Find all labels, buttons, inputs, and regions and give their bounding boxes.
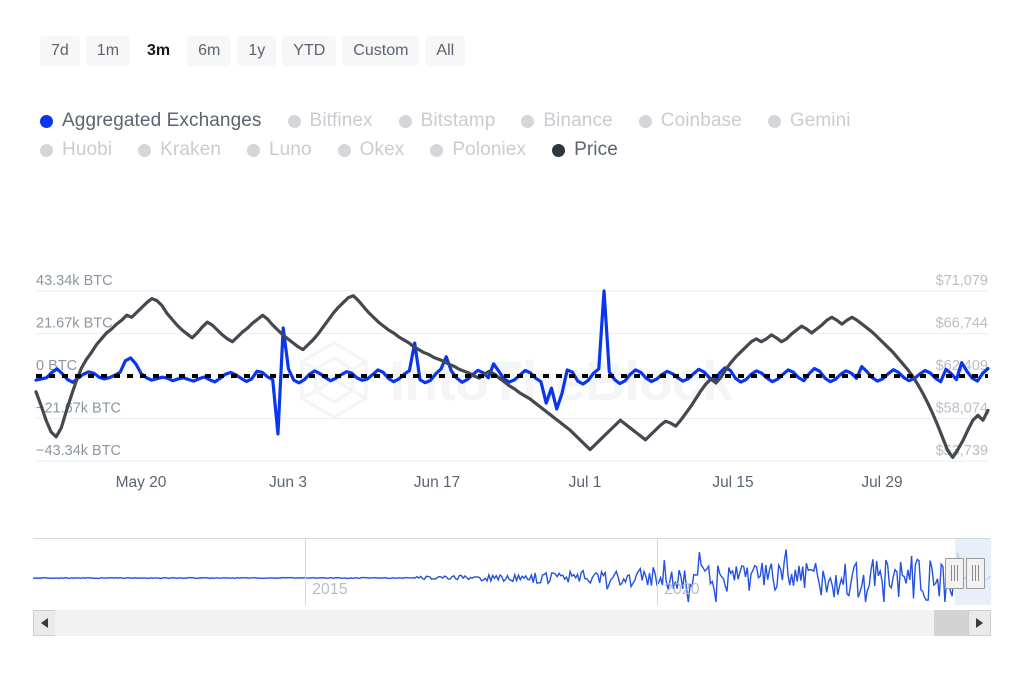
x-axis-tick: Jun 17 <box>414 474 461 491</box>
range-button-all[interactable]: All <box>425 36 466 67</box>
y-axis-right-tick: $58,074 <box>936 401 988 417</box>
legend-item-bitstamp[interactable]: Bitstamp <box>398 110 496 132</box>
navigator-year-divider <box>305 539 306 605</box>
range-button-7d[interactable]: 7d <box>40 36 80 67</box>
navigator-year-label: 2015 <box>312 581 348 598</box>
legend-item-kraken[interactable]: Kraken <box>138 139 221 161</box>
chevron-right-icon[interactable] <box>968 610 991 636</box>
legend-dot-icon <box>40 114 53 128</box>
legend-item-aggregated-exchanges[interactable]: Aggregated Exchanges <box>40 110 262 132</box>
legend-label: Gemini <box>789 110 851 131</box>
legend-dot-icon <box>246 143 260 157</box>
legend-dot-icon <box>521 114 535 128</box>
legend-label: Aggregated Exchanges <box>62 110 262 131</box>
legend-dot-icon <box>767 114 781 128</box>
y-axis-left-tick: 21.67k BTC <box>36 316 113 332</box>
legend-item-okex[interactable]: Okex <box>337 139 405 161</box>
chevron-left-icon[interactable] <box>33 610 56 636</box>
x-axis-tick: Jul 15 <box>712 474 753 491</box>
y-axis-left-tick: 0 BTC <box>36 358 77 374</box>
x-axis-labels: May 20 Jun 3 Jun 17 Jul 1 Jul 15 Jul 29 <box>116 474 903 491</box>
legend-item-binance[interactable]: Binance <box>521 110 613 132</box>
legend-item-luno[interactable]: Luno <box>246 139 312 161</box>
navigator-sparkline <box>33 549 991 603</box>
legend-dot-icon <box>337 143 351 157</box>
chevron-right-glyph <box>976 618 983 628</box>
x-axis-tick: Jul 1 <box>569 474 602 491</box>
range-button-ytd[interactable]: YTD <box>282 36 337 67</box>
range-selector[interactable]: 7d 1m 3m 6m 1y YTD Custom All <box>40 36 466 67</box>
legend-label: Binance <box>543 110 613 131</box>
y-axis-right-tick: $71,079 <box>936 273 988 289</box>
chart-plot-area[interactable]: 43.34k BTC 21.67k BTC 0 BTC −21.67k BTC −43.… <box>0 255 1024 505</box>
navigator-year-divider <box>657 539 658 605</box>
range-button-6m[interactable]: 6m <box>187 36 232 67</box>
navigator-handle-left[interactable] <box>944 558 964 589</box>
legend-label: Poloniex <box>452 139 527 160</box>
chart-svg: 43.34k BTC 21.67k BTC 0 BTC −21.67k BTC −43.… <box>34 273 990 491</box>
x-axis-tick: May 20 <box>116 474 167 491</box>
chart-navigator[interactable]: 2015 2020 <box>33 538 991 606</box>
legend-dot-icon <box>40 143 53 157</box>
series-line-aggregated-exchanges <box>34 289 990 436</box>
y-axis-left-tick: −43.34k BTC <box>36 443 121 459</box>
legend-item-huobi[interactable]: Huobi <box>40 139 112 161</box>
chevron-left-glyph <box>41 618 48 628</box>
legend-label: Price <box>574 139 618 160</box>
legend-dot-icon <box>552 143 566 157</box>
legend-label: Bitstamp <box>420 110 496 131</box>
x-axis-tick: Jun 3 <box>269 474 307 491</box>
y-axis-right-tick: $66,744 <box>936 316 988 332</box>
scrollbar-track[interactable] <box>55 610 969 636</box>
legend-label: Kraken <box>160 139 221 160</box>
navigator-handle-right[interactable] <box>966 558 985 589</box>
legend-label: Coinbase <box>660 110 742 131</box>
legend-item-poloniex[interactable]: Poloniex <box>430 139 526 161</box>
legend-label: Okex <box>359 139 405 160</box>
legend-dot-icon <box>398 114 412 128</box>
range-button-1m[interactable]: 1m <box>85 36 131 67</box>
y-axis-left-tick: 43.34k BTC <box>36 273 113 289</box>
legend-dot-icon <box>287 114 301 128</box>
horizontal-scrollbar[interactable] <box>33 610 991 636</box>
range-button-custom[interactable]: Custom <box>342 36 420 67</box>
legend-item-coinbase[interactable]: Coinbase <box>638 110 742 132</box>
x-axis-tick: Jul 29 <box>861 474 902 491</box>
legend-label: Luno <box>268 139 312 160</box>
chart-legend[interactable]: Aggregated Exchanges Bitfinex Bitstamp Bina… <box>40 110 900 168</box>
legend-item-price[interactable]: Price <box>552 139 618 161</box>
legend-label: Bitfinex <box>309 110 373 131</box>
legend-dot-icon <box>138 143 152 157</box>
range-button-3m[interactable]: 3m <box>136 36 182 67</box>
legend-dot-icon <box>638 114 652 128</box>
legend-item-bitfinex[interactable]: Bitfinex <box>287 110 373 132</box>
y-axis-left-tick: −21.67k BTC <box>36 401 121 417</box>
scrollbar-thumb[interactable] <box>934 610 969 636</box>
legend-item-gemini[interactable]: Gemini <box>767 110 851 132</box>
legend-label: Huobi <box>62 139 113 160</box>
navigator-year-label: 2020 <box>664 581 700 598</box>
range-button-1y[interactable]: 1y <box>237 36 277 67</box>
legend-dot-icon <box>430 143 444 157</box>
y-axis-left-labels: 43.34k BTC 21.67k BTC 0 BTC −21.67k BTC −43.… <box>36 273 121 459</box>
